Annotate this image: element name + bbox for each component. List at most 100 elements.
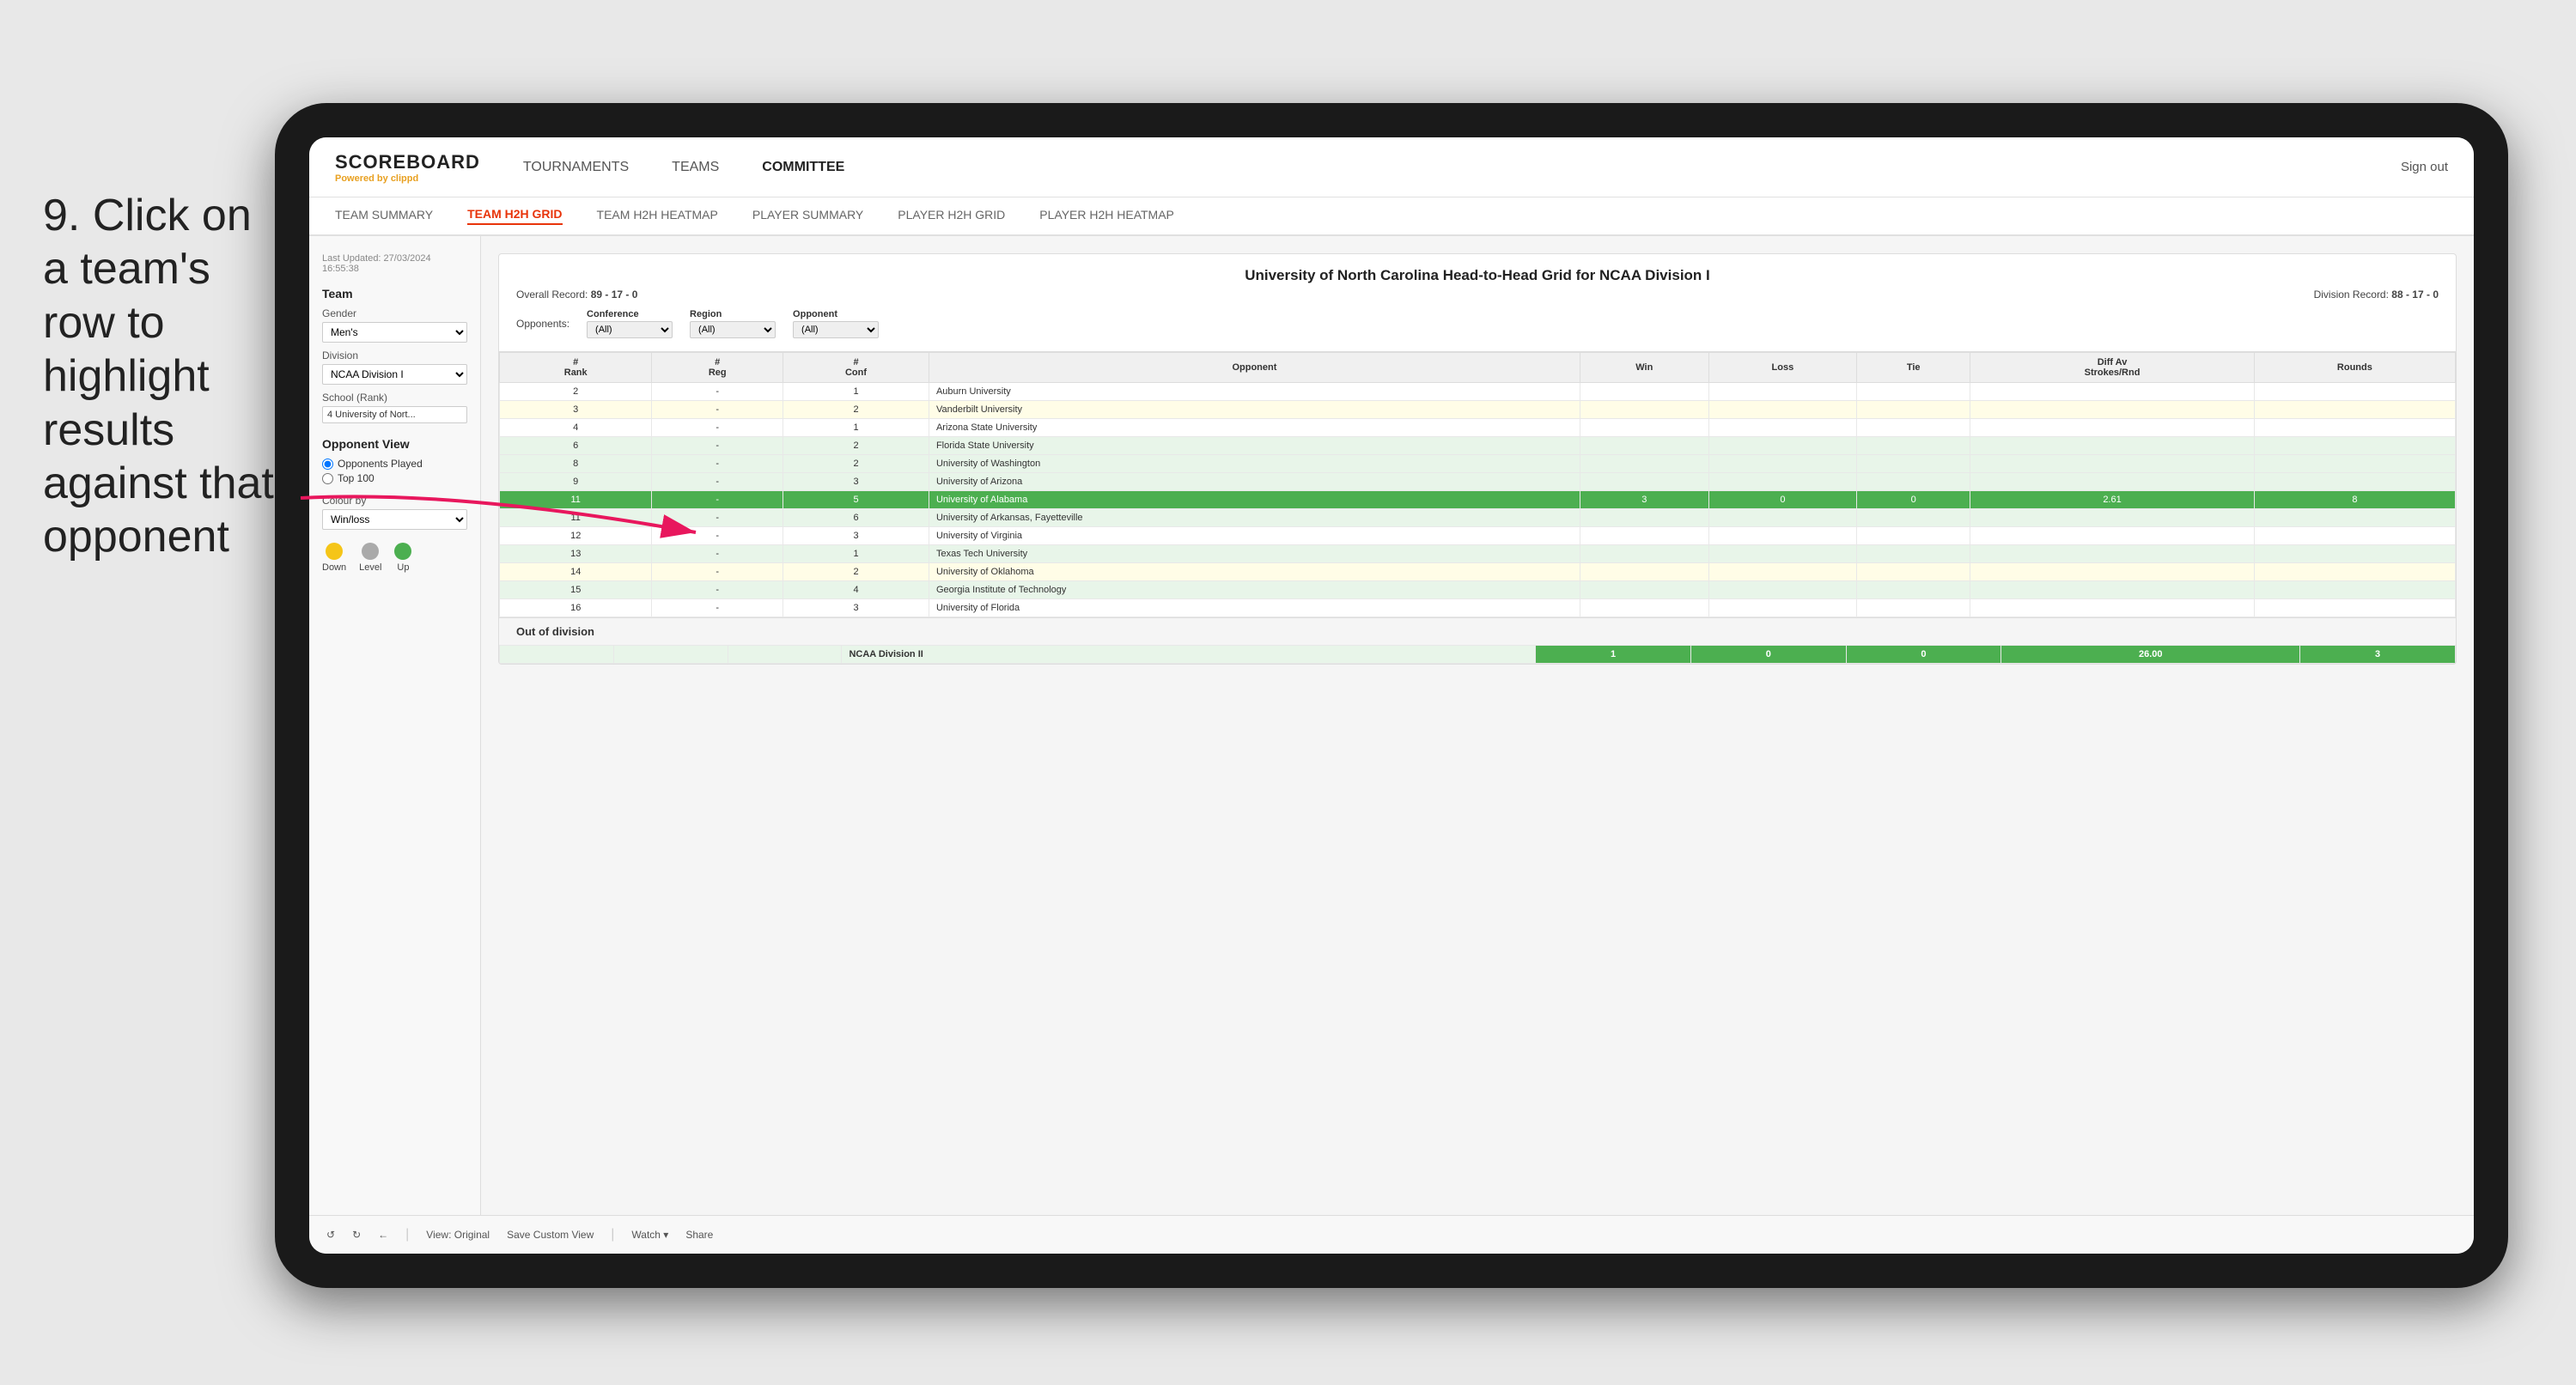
nav-links: TOURNAMENTS TEAMS COMMITTEE (523, 155, 2401, 179)
table-row[interactable]: 4-1Arizona State University (500, 419, 2456, 437)
legend-down: Down (322, 543, 346, 573)
table-row[interactable]: 12-3University of Virginia (500, 527, 2456, 545)
table-row[interactable]: 14-2University of Oklahoma (500, 563, 2456, 581)
table-row[interactable]: 8-2University of Washington (500, 455, 2456, 473)
opponent-select[interactable]: (All) (793, 321, 879, 338)
watch-button[interactable]: Watch ▾ (631, 1229, 668, 1241)
cell-rank: 15 (500, 581, 652, 599)
tab-team-summary[interactable]: TEAM SUMMARY (335, 208, 433, 224)
col-conf: #Conf (783, 353, 929, 383)
tab-team-h2h-heatmap[interactable]: TEAM H2H HEATMAP (597, 208, 718, 224)
out-conf (728, 646, 842, 664)
out-loss: 0 (1690, 646, 1846, 664)
filter-row: Opponents: Conference (All) Region ( (516, 309, 2439, 338)
bottom-toolbar: ↺ ↻ ← | View: Original Save Custom View … (309, 1215, 2474, 1254)
separator-1: | (405, 1227, 409, 1242)
conference-select[interactable]: (All) (587, 321, 673, 338)
cell-opponent: University of Arizona (929, 473, 1580, 491)
division-field-label: Division (322, 349, 467, 361)
logo-area: SCOREBOARD Powered by clippd (335, 151, 480, 184)
col-loss: Loss (1708, 353, 1856, 383)
radio-opponents-played[interactable]: Opponents Played (322, 458, 467, 470)
cell-rank: 8 (500, 455, 652, 473)
nav-teams[interactable]: TEAMS (672, 155, 719, 179)
cell-opponent: Arizona State University (929, 419, 1580, 437)
table-row[interactable]: 11-5University of Alabama3002.618 (500, 491, 2456, 509)
region-filter: Region (All) (690, 309, 776, 338)
opponent-filter: Opponent (All) (793, 309, 879, 338)
cell-opponent: Florida State University (929, 437, 1580, 455)
out-rounds: 3 (2300, 646, 2456, 664)
cell-rank: 4 (500, 419, 652, 437)
right-content: University of North Carolina Head-to-Hea… (481, 236, 2474, 1215)
out-of-division-header: Out of division (499, 617, 2456, 645)
table-row[interactable]: 9-3University of Arizona (500, 473, 2456, 491)
legend-down-dot (326, 543, 343, 560)
sub-nav: TEAM SUMMARY TEAM H2H GRID TEAM H2H HEAT… (309, 197, 2474, 236)
opponent-view-label: Opponent View (322, 437, 467, 451)
tab-player-summary[interactable]: PLAYER SUMMARY (752, 208, 863, 224)
separator-2: | (611, 1227, 614, 1242)
view-button[interactable]: View: Original (426, 1229, 490, 1241)
out-label: NCAA Division II (842, 646, 1536, 664)
cell-rank: 13 (500, 545, 652, 563)
report-title: University of North Carolina Head-to-Hea… (516, 267, 2439, 284)
redo-button[interactable]: ↻ (352, 1229, 361, 1241)
out-rank (500, 646, 614, 664)
report-header: University of North Carolina Head-to-Hea… (499, 254, 2456, 352)
sidebar-team-label: Team (322, 287, 467, 301)
main-content: Last Updated: 27/03/2024 16:55:38 Team G… (309, 236, 2474, 1215)
division-select[interactable]: NCAA Division I (322, 364, 467, 385)
cell-rank: 3 (500, 401, 652, 419)
gender-field-label: Gender (322, 307, 467, 319)
save-custom-view-button[interactable]: Save Custom View (507, 1229, 594, 1241)
division-record: Division Record: 88 - 17 - 0 (2314, 289, 2439, 301)
colour-by-select[interactable]: Win/loss (322, 509, 467, 530)
nav-committee[interactable]: COMMITTEE (762, 155, 844, 179)
cell-rank: 2 (500, 383, 652, 401)
opponent-view-radios: Opponents Played Top 100 (322, 458, 467, 484)
tablet-screen: SCOREBOARD Powered by clippd TOURNAMENTS… (309, 137, 2474, 1254)
cell-opponent: Vanderbilt University (929, 401, 1580, 419)
table-row[interactable]: 6-2Florida State University (500, 437, 2456, 455)
table-row[interactable]: 13-1Texas Tech University (500, 545, 2456, 563)
nav-tournaments[interactable]: TOURNAMENTS (523, 155, 629, 179)
tab-player-h2h-grid[interactable]: PLAYER H2H GRID (898, 208, 1005, 224)
back-button[interactable]: ← (378, 1229, 388, 1241)
legend-up-dot (394, 543, 411, 560)
tab-player-h2h-heatmap[interactable]: PLAYER H2H HEATMAP (1039, 208, 1174, 224)
table-row[interactable]: 3-2Vanderbilt University (500, 401, 2456, 419)
out-win: 1 (1536, 646, 1691, 664)
out-division-row[interactable]: NCAA Division II 1 0 0 26.00 3 (500, 646, 2456, 664)
col-opponent: Opponent (929, 353, 1580, 383)
report-container: University of North Carolina Head-to-Hea… (498, 253, 2457, 665)
table-row[interactable]: 16-3University of Florida (500, 599, 2456, 617)
out-division-table: NCAA Division II 1 0 0 26.00 3 (499, 645, 2456, 664)
region-select[interactable]: (All) (690, 321, 776, 338)
tab-team-h2h-grid[interactable]: TEAM H2H GRID (467, 207, 562, 225)
overall-record: Overall Record: 89 - 17 - 0 (516, 289, 637, 301)
cell-rank: 16 (500, 599, 652, 617)
cell-opponent: Auburn University (929, 383, 1580, 401)
colour-by-label: Colour by (322, 495, 467, 507)
legend-level-dot (362, 543, 379, 560)
cell-opponent: University of Arkansas, Fayetteville (929, 509, 1580, 527)
undo-button[interactable]: ↺ (326, 1229, 335, 1241)
table-row[interactable]: 2-1Auburn University (500, 383, 2456, 401)
table-row[interactable]: 11-6University of Arkansas, Fayetteville (500, 509, 2456, 527)
cell-opponent: Texas Tech University (929, 545, 1580, 563)
cell-opponent: University of Oklahoma (929, 563, 1580, 581)
gender-select[interactable]: Men's (322, 322, 467, 343)
share-button[interactable]: Share (685, 1229, 713, 1241)
sign-in-link[interactable]: Sign out (2401, 160, 2448, 174)
col-tie: Tie (1857, 353, 1970, 383)
school-field-label: School (Rank) (322, 392, 467, 404)
table-row[interactable]: 15-4Georgia Institute of Technology (500, 581, 2456, 599)
cell-rank: 11 (500, 509, 652, 527)
opponents-filter-label: Opponents: (516, 318, 569, 330)
radio-top100[interactable]: Top 100 (322, 472, 467, 484)
tablet-frame: SCOREBOARD Powered by clippd TOURNAMENTS… (275, 103, 2508, 1288)
cell-opponent: University of Virginia (929, 527, 1580, 545)
report-records: Overall Record: 89 - 17 - 0 Division Rec… (516, 289, 2439, 301)
cell-rank: 6 (500, 437, 652, 455)
